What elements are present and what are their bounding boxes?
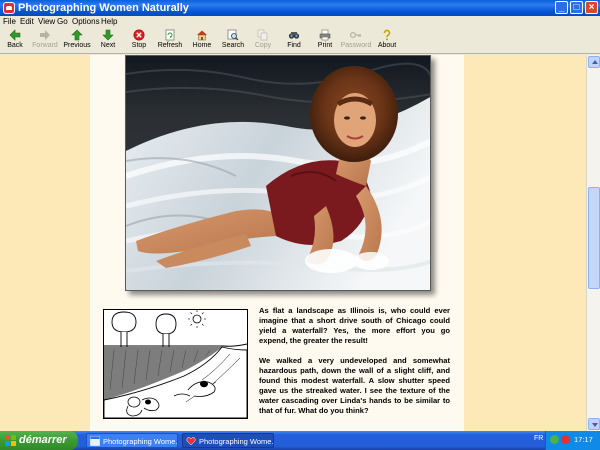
- next-button[interactable]: Next: [96, 29, 120, 53]
- minimize-button[interactable]: _: [555, 1, 568, 14]
- refresh-button[interactable]: Refresh: [156, 29, 184, 53]
- scroll-thumb[interactable]: [588, 187, 600, 289]
- taskbar-item-2[interactable]: Photographing Wome...: [182, 433, 274, 448]
- search-button[interactable]: Search: [220, 29, 246, 53]
- clock: 17:17: [574, 435, 593, 444]
- up-arrow-icon: [71, 29, 83, 41]
- start-label: démarrer: [19, 434, 67, 446]
- article-paragraph-2: We walked a very undeveloped and somewha…: [259, 356, 450, 415]
- cartoon-sketch-image: [103, 310, 248, 419]
- home-button[interactable]: Home: [190, 29, 214, 53]
- about-icon: [383, 29, 391, 41]
- down-arrow-icon: [102, 29, 114, 41]
- security-icon[interactable]: [561, 435, 570, 444]
- menu-go[interactable]: Go: [57, 16, 68, 28]
- menu-help[interactable]: Help: [101, 16, 117, 28]
- find-button[interactable]: Find: [284, 29, 304, 53]
- find-icon: [288, 32, 300, 39]
- cartoon-sketch: [103, 309, 248, 419]
- copy-icon: [257, 29, 268, 41]
- app-heart-icon: [186, 437, 196, 446]
- menu-bar: File Edit View Go Options Help: [0, 16, 600, 28]
- vertical-scrollbar[interactable]: [586, 55, 600, 431]
- menu-file[interactable]: File: [3, 16, 16, 28]
- page-body: As flat a landscape as Illinois is, who …: [90, 55, 464, 431]
- menu-view[interactable]: View: [38, 16, 55, 28]
- search-icon: [227, 29, 239, 41]
- copy-button[interactable]: Copy: [252, 29, 274, 53]
- scroll-up-arrow-icon[interactable]: [588, 56, 600, 68]
- about-button[interactable]: About: [375, 29, 399, 53]
- toolbar: Back Forward Previous Next Stop Refresh …: [0, 28, 600, 54]
- language-indicator[interactable]: FR: [534, 435, 543, 442]
- refresh-icon: [165, 29, 175, 41]
- browser-window-icon: [90, 436, 100, 446]
- forward-arrow-icon: [40, 30, 50, 40]
- back-button[interactable]: Back: [2, 29, 28, 53]
- key-icon: [350, 32, 362, 38]
- menu-options[interactable]: Options: [72, 16, 100, 28]
- content-viewport[interactable]: As flat a landscape as Illinois is, who …: [0, 55, 586, 431]
- back-arrow-icon: [9, 29, 21, 41]
- start-button[interactable]: démarrer: [0, 431, 78, 450]
- taskbar-item-1[interactable]: Photographing Wome...: [86, 433, 178, 448]
- title-bar[interactable]: Photographing Women Naturally _ □ ×: [0, 0, 600, 16]
- menu-edit[interactable]: Edit: [20, 16, 34, 28]
- print-icon: [319, 29, 331, 41]
- print-button[interactable]: Print: [314, 29, 336, 53]
- network-icon[interactable]: [550, 435, 559, 444]
- taskbar: démarrer Photographing Wome... Photograp…: [0, 431, 600, 450]
- windows-logo-icon: [5, 435, 16, 446]
- article-paragraph-1: As flat a landscape as Illinois is, who …: [259, 306, 450, 345]
- system-tray: 17:17: [545, 431, 600, 450]
- waterfall-photo-image: [126, 56, 430, 290]
- stop-icon: [133, 29, 145, 41]
- forward-button[interactable]: Forward: [30, 29, 60, 53]
- close-button[interactable]: ×: [585, 1, 598, 14]
- maximize-button[interactable]: □: [570, 1, 583, 14]
- previous-button[interactable]: Previous: [62, 29, 92, 53]
- app-icon: [3, 2, 15, 14]
- stop-button[interactable]: Stop: [127, 29, 151, 53]
- article-text: As flat a landscape as Illinois is, who …: [259, 306, 450, 426]
- home-icon: [197, 30, 207, 41]
- window-title: Photographing Women Naturally: [18, 2, 189, 14]
- scroll-down-arrow-icon[interactable]: [588, 418, 600, 430]
- password-button[interactable]: Password: [339, 29, 373, 53]
- waterfall-photo: [125, 55, 431, 291]
